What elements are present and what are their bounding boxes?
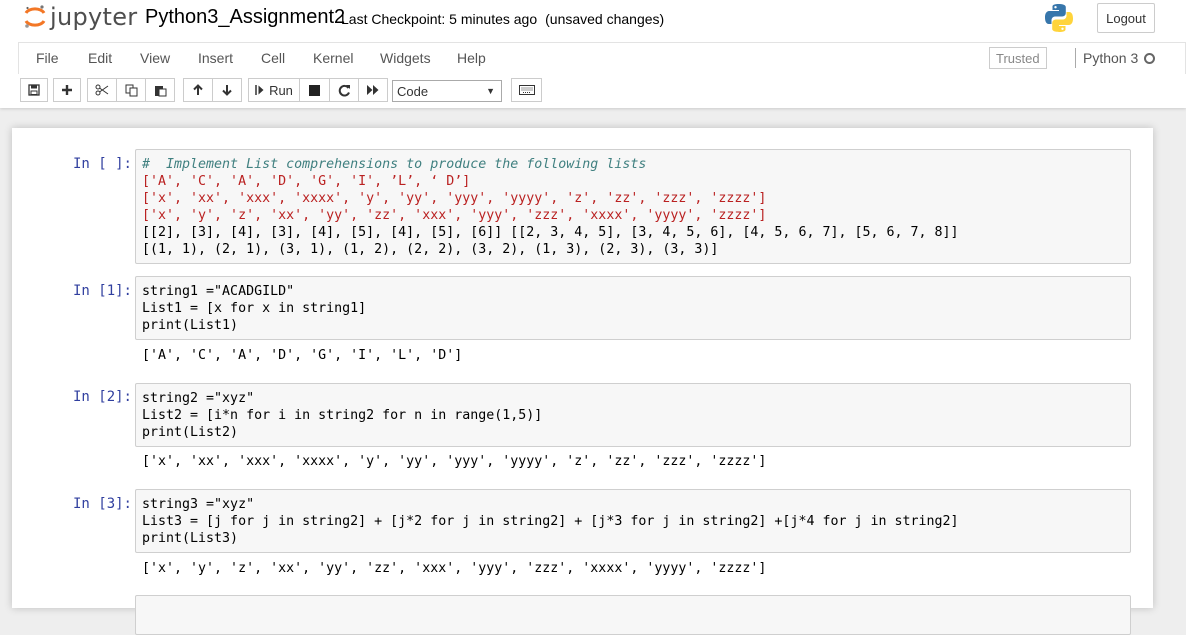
fast-forward-icon: [367, 85, 379, 95]
chevron-down-icon: ▼: [486, 86, 495, 96]
restart-button[interactable]: [329, 78, 359, 102]
arrow-up-icon: [193, 84, 203, 95]
move-up-button[interactable]: [183, 78, 213, 102]
menubar: File Edit View Insert Cell Kernel Widget…: [18, 42, 1186, 74]
jupyter-logo-icon: [24, 5, 46, 28]
menu-kernel[interactable]: Kernel: [313, 50, 353, 66]
menu-widgets[interactable]: Widgets: [380, 50, 431, 66]
code-line: List2 = [i*n for i in string2 for n in r…: [142, 408, 543, 423]
move-down-button[interactable]: [212, 78, 242, 102]
cell-prompt: In [3]:: [72, 496, 132, 512]
cell-output: ['A', 'C', 'A', 'D', 'G', 'I', 'L', 'D']: [142, 348, 463, 363]
kernel-name[interactable]: Python 3: [1083, 50, 1138, 66]
python-logo-icon: [1045, 4, 1073, 32]
run-icon: [255, 85, 264, 95]
arrow-down-icon: [222, 85, 232, 96]
command-palette-button[interactable]: [511, 78, 542, 102]
cut-icon: [95, 84, 109, 96]
code-cell-input[interactable]: [135, 595, 1131, 635]
code-line: string3 ="xyz": [142, 497, 255, 512]
cell-prompt: In [1]:: [72, 283, 132, 299]
cut-button[interactable]: [87, 78, 117, 102]
copy-button[interactable]: [116, 78, 146, 102]
copy-icon: [125, 84, 137, 96]
jupyter-logo[interactable]: jupyter: [24, 2, 137, 32]
cell-output: ['x', 'y', 'z', 'xx', 'yy', 'zz', 'xxx',…: [142, 561, 767, 576]
code-line: ['A', 'C', 'A', 'D', 'G', 'I', ’L’, ‘ D’…: [142, 174, 471, 189]
logo-text: jupyter: [50, 3, 138, 31]
menu-insert[interactable]: Insert: [198, 50, 233, 66]
paste-icon: [154, 85, 166, 96]
code-line: List1 = [x for x in string1]: [142, 301, 367, 316]
run-label: Run: [269, 82, 293, 98]
notebook-container: In [ ]: # Implement List comprehensions …: [12, 128, 1153, 635]
trusted-indicator[interactable]: Trusted: [989, 47, 1047, 69]
checkpoint-text: Last Checkpoint: 5 minutes ago: [341, 11, 538, 27]
notebook-name[interactable]: Python3_Assignment2: [145, 6, 345, 29]
code-line: [[2], [3], [4], [3], [4], [5], [4], [5],…: [142, 225, 959, 240]
code-cell-input[interactable]: string1 ="ACADGILD" List1 = [x for x in …: [135, 276, 1131, 340]
cell-prompt: In [2]:: [72, 389, 132, 405]
code-line: string2 ="xyz": [142, 391, 255, 406]
code-line: List3 = [j for j in string2] + [j*2 for …: [142, 514, 959, 529]
code-line: [(1, 1), (2, 1), (3, 1), (1, 2), (2, 2),…: [142, 242, 719, 257]
checkpoint-status: Last Checkpoint: 5 minutes ago (unsaved c…: [341, 11, 664, 27]
menu-file[interactable]: File: [36, 50, 59, 66]
plus-icon: [62, 85, 72, 95]
restart-icon: [338, 84, 350, 97]
code-line: string1 ="ACADGILD": [142, 284, 295, 299]
kernel-divider: [1075, 48, 1076, 68]
cell-type-select[interactable]: Code ▼: [392, 80, 502, 102]
logout-button[interactable]: Logout: [1097, 3, 1155, 33]
menu-cell[interactable]: Cell: [261, 50, 285, 66]
restart-run-all-button[interactable]: [358, 78, 388, 102]
paste-button[interactable]: [145, 78, 175, 102]
code-line: # Implement List comprehensions to produ…: [142, 157, 647, 172]
interrupt-button[interactable]: [299, 78, 330, 102]
cell-prompt: In [ ]:: [72, 156, 132, 172]
cell-type-value: Code: [397, 83, 429, 99]
save-button[interactable]: [20, 78, 48, 102]
code-cell-input[interactable]: string3 ="xyz" List3 = [j for j in strin…: [135, 489, 1131, 553]
save-status: (unsaved changes): [545, 11, 665, 27]
code-cell-input[interactable]: string2 ="xyz" List2 = [i*n for i in str…: [135, 383, 1131, 447]
cell-output: ['x', 'xx', 'xxx', 'xxxx', 'y', 'yy', 'y…: [142, 454, 767, 469]
code-line: ['x', 'y', 'z', 'xx', 'yy', 'zz', 'xxx',…: [142, 208, 767, 223]
code-line: print(List1): [142, 318, 239, 333]
menu-edit[interactable]: Edit: [88, 50, 112, 66]
code-line: ['x', 'xx', 'xxx', 'xxxx', 'y', 'yy', 'y…: [142, 191, 767, 206]
kernel-status-icon: [1144, 53, 1155, 64]
menu-help[interactable]: Help: [457, 50, 486, 66]
code-line: print(List2): [142, 425, 239, 440]
header: jupyter Python3_Assignment2 Last Checkpo…: [0, 0, 1186, 108]
menu-view[interactable]: View: [140, 50, 170, 66]
insert-cell-button[interactable]: [53, 78, 81, 102]
keyboard-icon: [518, 85, 535, 95]
run-button[interactable]: Run: [248, 78, 300, 102]
code-line: print(List3): [142, 531, 239, 546]
save-icon: [28, 84, 40, 96]
stop-icon: [309, 84, 320, 96]
code-cell-input[interactable]: # Implement List comprehensions to produ…: [135, 149, 1131, 264]
